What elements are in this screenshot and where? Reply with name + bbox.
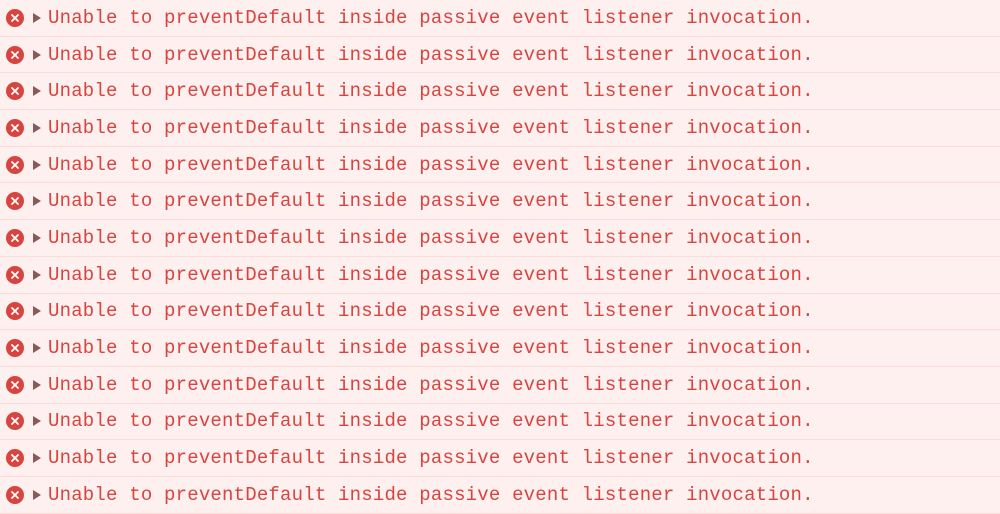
console-error-row[interactable]: Unable to preventDefault inside passive … — [0, 294, 1000, 331]
error-icon — [6, 302, 24, 320]
error-message-text: Unable to preventDefault inside passive … — [48, 337, 814, 359]
error-icon — [6, 486, 24, 504]
console-error-row[interactable]: Unable to preventDefault inside passive … — [0, 404, 1000, 441]
console-error-row[interactable]: Unable to preventDefault inside passive … — [0, 147, 1000, 184]
expand-arrow-icon[interactable] — [33, 306, 41, 316]
error-message-text: Unable to preventDefault inside passive … — [48, 7, 814, 29]
error-icon — [6, 412, 24, 430]
error-message-text: Unable to preventDefault inside passive … — [48, 447, 814, 469]
expand-arrow-icon[interactable] — [33, 233, 41, 243]
console-error-row[interactable]: Unable to preventDefault inside passive … — [0, 0, 1000, 37]
error-message-text: Unable to preventDefault inside passive … — [48, 374, 814, 396]
expand-arrow-icon[interactable] — [33, 123, 41, 133]
error-icon — [6, 449, 24, 467]
error-message-text: Unable to preventDefault inside passive … — [48, 117, 814, 139]
error-icon — [6, 9, 24, 27]
expand-arrow-icon[interactable] — [33, 270, 41, 280]
error-icon — [6, 82, 24, 100]
error-message-text: Unable to preventDefault inside passive … — [48, 190, 814, 212]
console-error-row[interactable]: Unable to preventDefault inside passive … — [0, 257, 1000, 294]
console-error-row[interactable]: Unable to preventDefault inside passive … — [0, 367, 1000, 404]
console-error-row[interactable]: Unable to preventDefault inside passive … — [0, 440, 1000, 477]
error-message-text: Unable to preventDefault inside passive … — [48, 44, 814, 66]
error-icon — [6, 156, 24, 174]
expand-arrow-icon[interactable] — [33, 160, 41, 170]
error-icon — [6, 192, 24, 210]
error-message-text: Unable to preventDefault inside passive … — [48, 410, 814, 432]
console-error-row[interactable]: Unable to preventDefault inside passive … — [0, 220, 1000, 257]
expand-arrow-icon[interactable] — [33, 416, 41, 426]
expand-arrow-icon[interactable] — [33, 50, 41, 60]
error-icon — [6, 266, 24, 284]
error-message-text: Unable to preventDefault inside passive … — [48, 300, 814, 322]
expand-arrow-icon[interactable] — [33, 453, 41, 463]
expand-arrow-icon[interactable] — [33, 490, 41, 500]
console-log-list: Unable to preventDefault inside passive … — [0, 0, 1000, 514]
error-icon — [6, 46, 24, 64]
error-icon — [6, 229, 24, 247]
console-error-row[interactable]: Unable to preventDefault inside passive … — [0, 37, 1000, 74]
error-message-text: Unable to preventDefault inside passive … — [48, 80, 814, 102]
console-error-row[interactable]: Unable to preventDefault inside passive … — [0, 110, 1000, 147]
error-icon — [6, 119, 24, 137]
error-icon — [6, 339, 24, 357]
console-error-row[interactable]: Unable to preventDefault inside passive … — [0, 183, 1000, 220]
error-icon — [6, 376, 24, 394]
error-message-text: Unable to preventDefault inside passive … — [48, 484, 814, 506]
expand-arrow-icon[interactable] — [33, 380, 41, 390]
console-error-row[interactable]: Unable to preventDefault inside passive … — [0, 477, 1000, 514]
expand-arrow-icon[interactable] — [33, 13, 41, 23]
expand-arrow-icon[interactable] — [33, 343, 41, 353]
console-error-row[interactable]: Unable to preventDefault inside passive … — [0, 73, 1000, 110]
expand-arrow-icon[interactable] — [33, 196, 41, 206]
console-error-row[interactable]: Unable to preventDefault inside passive … — [0, 330, 1000, 367]
expand-arrow-icon[interactable] — [33, 86, 41, 96]
error-message-text: Unable to preventDefault inside passive … — [48, 154, 814, 176]
error-message-text: Unable to preventDefault inside passive … — [48, 264, 814, 286]
error-message-text: Unable to preventDefault inside passive … — [48, 227, 814, 249]
